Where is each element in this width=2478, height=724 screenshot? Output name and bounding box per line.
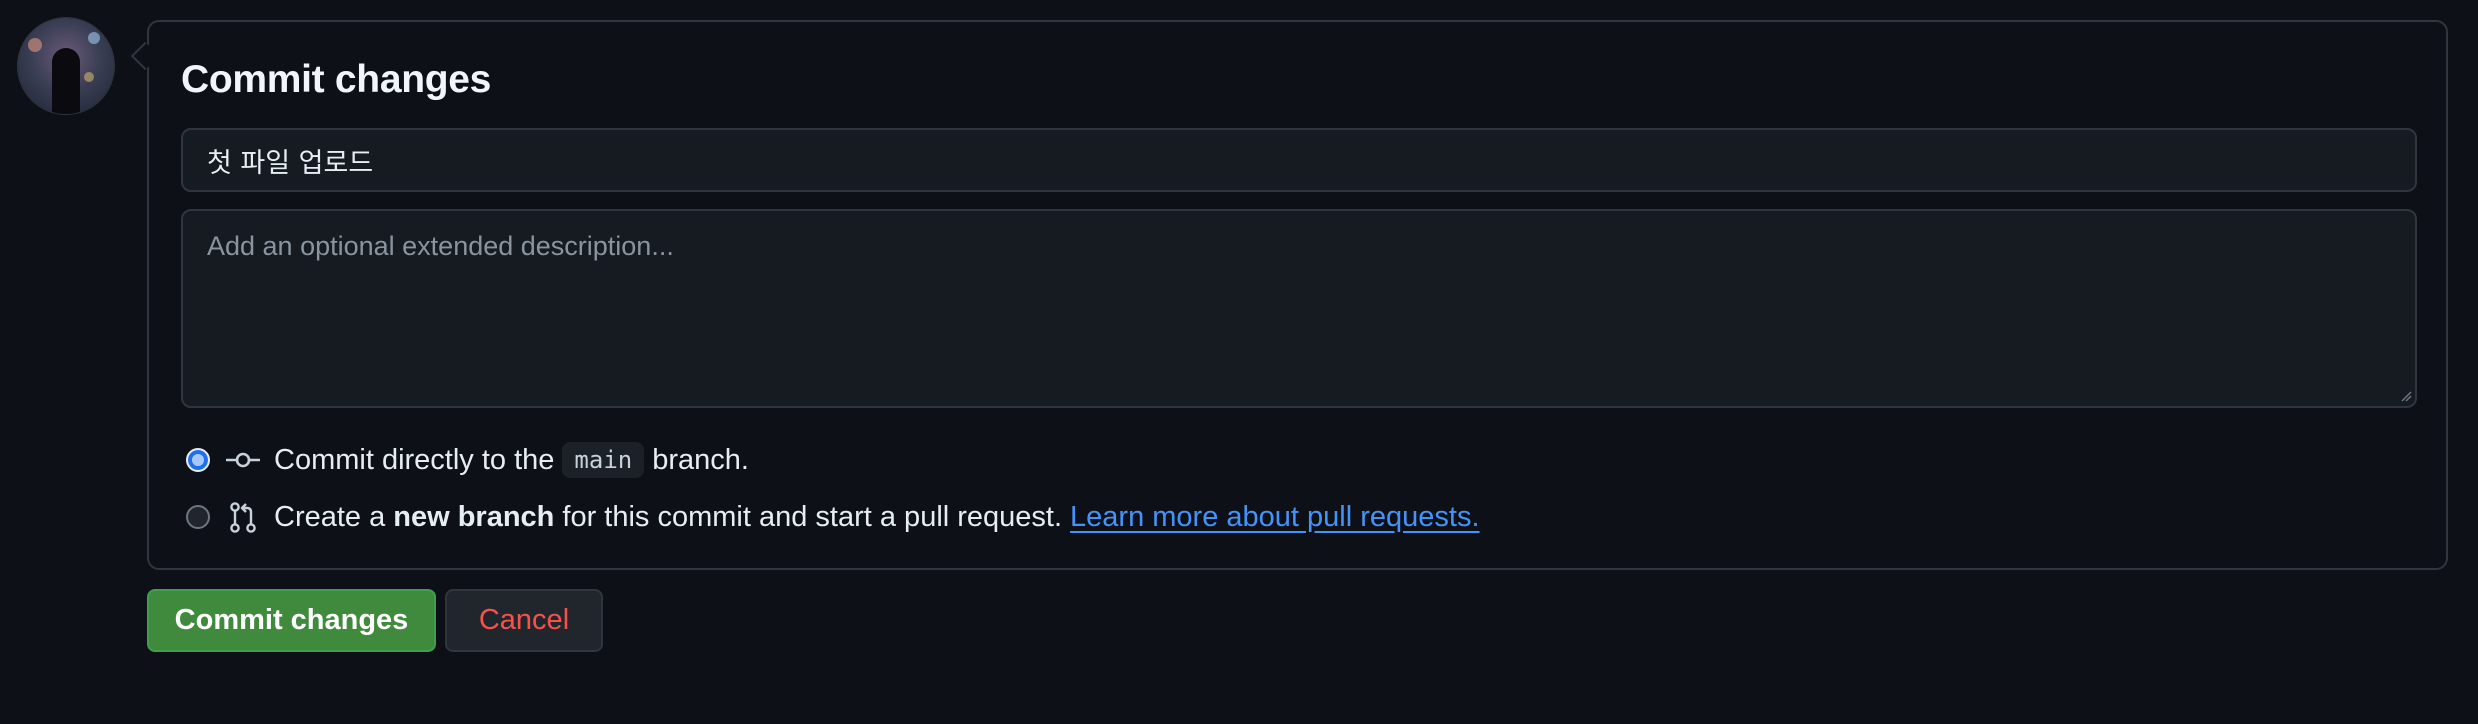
learn-more-pull-requests-link[interactable]: Learn more about pull requests. (1070, 501, 1479, 534)
commit-message-input[interactable] (181, 128, 2417, 192)
new-branch-radio[interactable] (186, 505, 210, 529)
commit-direct-label-suffix: branch. (652, 443, 749, 476)
new-branch-label-bold: new branch (393, 500, 555, 533)
commit-direct-radio[interactable] (186, 448, 210, 472)
avatar-bokeh (84, 72, 94, 82)
new-branch-label-suffix: for this commit and start a pull request… (562, 500, 1063, 533)
new-branch-label-prefix: Create a (274, 500, 386, 533)
branch-name-code: main (562, 442, 645, 478)
avatar-bokeh (28, 38, 42, 52)
extended-description-textarea[interactable] (181, 209, 2417, 408)
panel-title: Commit changes (181, 58, 492, 101)
commit-direct-label-prefix: Commit directly to the (274, 443, 555, 476)
cancel-button[interactable]: Cancel (445, 589, 603, 652)
resize-grip-icon[interactable] (2400, 390, 2412, 402)
user-avatar[interactable] (18, 18, 114, 114)
avatar-bokeh (88, 32, 100, 44)
git-pull-request-icon (230, 502, 256, 533)
commit-direct-option[interactable]: Commit directly to the main branch. (186, 440, 749, 480)
avatar-figure (52, 48, 80, 114)
new-branch-option[interactable]: Create a new branch for this commit and … (186, 497, 1480, 537)
git-commit-icon (226, 452, 260, 468)
commit-changes-button[interactable]: Commit changes (147, 589, 436, 652)
